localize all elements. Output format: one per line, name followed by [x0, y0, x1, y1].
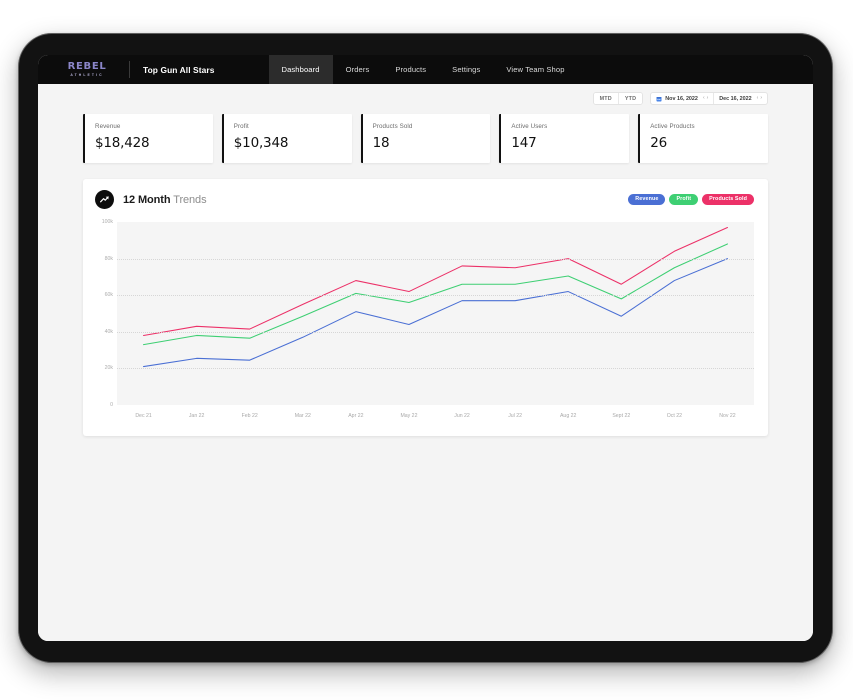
end-date-value: Dec 16, 2022 — [719, 95, 752, 102]
kpi-label: Active Users — [511, 123, 548, 130]
chart-legend: Revenue Profit Products Sold — [628, 193, 754, 206]
end-date-picker[interactable]: Dec 16, 2022 ‹ › — [713, 93, 767, 104]
nav-item-products[interactable]: Products — [382, 55, 439, 84]
x-axis-tick: Nov 22 — [719, 413, 736, 419]
legend-pill-revenue[interactable]: Revenue — [628, 193, 666, 206]
gridline — [117, 331, 754, 333]
x-axis-tick: Dec 21 — [135, 413, 152, 419]
x-axis-tick: Aug 22 — [559, 413, 577, 419]
nav-item-dashboard[interactable]: Dashboard — [268, 55, 333, 84]
x-axis-tick: Apr 22 — [348, 413, 364, 419]
start-date-prev[interactable]: ‹ — [703, 96, 705, 101]
legend-pill-products-sold[interactable]: Products Sold — [702, 193, 754, 206]
x-axis-tick: Jul 22 — [508, 413, 523, 419]
y-axis-tick: 80k — [104, 255, 113, 262]
chart-title-light: Trends — [173, 193, 207, 206]
tablet-frame: REBEL ATHLETIC Top Gun All Stars Dashboa… — [18, 33, 833, 663]
kpi-card-revenue[interactable]: Revenue $18,428 — [83, 114, 213, 163]
line-series-revenue — [144, 259, 728, 367]
kpi-card-products-sold[interactable]: Products Sold 18 — [360, 114, 491, 163]
mtd-button[interactable]: MTD — [593, 93, 618, 104]
y-axis-tick: 60k — [104, 292, 113, 299]
kpi-card-active-products[interactable]: Active Products 26 — [638, 114, 768, 163]
kpi-card-active-users[interactable]: Active Users 147 — [499, 114, 630, 163]
plot-wrapper: 0 20k 40k 60k 80k 100k Dec 21 Jan 22 Feb 22 Mar … — [83, 218, 754, 436]
top-navigation-bar: REBEL ATHLETIC Top Gun All Stars Dashboa… — [38, 55, 813, 84]
team-name-label: Top Gun All Stars — [143, 64, 215, 75]
logo-subtext: ATHLETIC — [70, 72, 104, 77]
start-date-picker[interactable]: Nov 16, 2022 ‹ › — [651, 93, 713, 104]
line-series-svg — [117, 222, 754, 405]
x-axis-tick: Mar 22 — [294, 413, 311, 419]
ytd-button[interactable]: YTD — [617, 93, 643, 104]
kpi-label: Active Products — [650, 123, 695, 130]
legend-pill-profit[interactable]: Profit — [669, 193, 699, 206]
gridline — [117, 368, 754, 370]
rebel-athletic-logo[interactable]: REBEL ATHLETIC — [56, 60, 118, 77]
nav-item-orders[interactable]: Orders — [333, 55, 383, 84]
y-axis-tick: 0 — [110, 402, 113, 408]
kpi-value: $10,348 — [233, 135, 289, 151]
header-divider — [129, 61, 130, 78]
nav-item-settings[interactable]: Settings — [439, 55, 493, 84]
kpi-label: Profit — [233, 123, 249, 130]
end-date-steppers: ‹ › — [757, 96, 762, 101]
chart-body: 0 20k 40k 60k 80k 100k Dec 21 Jan 22 Feb 22 Mar … — [83, 218, 768, 436]
kpi-card-profit[interactable]: Profit $10,348 — [221, 114, 352, 163]
start-date-next[interactable]: › — [707, 96, 709, 101]
kpi-label: Products Sold — [372, 123, 413, 130]
y-axis-tick: 40k — [104, 328, 113, 335]
end-date-next[interactable]: › — [760, 96, 762, 101]
kpi-value: 147 — [511, 135, 537, 151]
calendar-icon — [656, 96, 662, 101]
date-range-controls: MTD YTD Nov 16, 2022 ‹ › Dec 16, 2022 ‹ … — [83, 84, 768, 105]
nav-item-view-team-shop[interactable]: View Team Shop — [493, 55, 577, 84]
x-axis-tick: Jun 22 — [454, 413, 470, 419]
kpi-value: $18,428 — [95, 135, 150, 151]
end-date-prev[interactable]: ‹ — [757, 96, 759, 101]
kpi-value: 18 — [372, 135, 390, 151]
start-date-steppers: ‹ › — [703, 96, 708, 101]
trends-chart-card: 12 Month Trends Revenue Profit Products … — [83, 179, 768, 436]
line-series-products-sold — [144, 227, 728, 335]
x-axis: Dec 21 Jan 22 Feb 22 Mar 22 Apr 22 May 22 Jun … — [117, 413, 754, 425]
kpi-card-row: Revenue $18,428 Profit $10,348 Products … — [83, 114, 768, 163]
gridline — [117, 295, 754, 297]
x-axis-tick: Feb 22 — [241, 413, 258, 419]
chart-title: 12 Month Trends — [123, 193, 207, 206]
chart-header: 12 Month Trends Revenue Profit Products … — [83, 179, 768, 218]
kpi-label: Revenue — [95, 123, 121, 130]
x-axis-tick: Sept 22 — [612, 413, 631, 419]
y-axis-tick: 100k — [101, 219, 113, 225]
x-axis-tick: Oct 22 — [666, 413, 683, 419]
chart-title-bold: 12 Month — [123, 193, 171, 206]
x-axis-tick: Jan 22 — [188, 413, 205, 419]
dashboard-content: MTD YTD Nov 16, 2022 ‹ › Dec 16, 2022 ‹ … — [38, 84, 813, 641]
kpi-value: 26 — [650, 135, 667, 151]
main-nav: Dashboard Orders Products Settings View … — [268, 55, 578, 84]
logo-wordmark: REBEL — [67, 60, 107, 72]
plot-area — [117, 222, 754, 405]
start-date-value: Nov 16, 2022 — [665, 95, 698, 102]
period-segmented-control: MTD YTD — [592, 92, 644, 105]
date-pickers: Nov 16, 2022 ‹ › Dec 16, 2022 ‹ › — [650, 92, 768, 105]
trending-up-icon — [95, 190, 114, 209]
y-axis: 0 20k 40k 60k 80k 100k — [83, 219, 117, 408]
tablet-screen: REBEL ATHLETIC Top Gun All Stars Dashboa… — [38, 55, 813, 641]
gridline — [117, 258, 754, 260]
x-axis-tick: May 22 — [400, 413, 418, 419]
trending-up-glyph — [100, 196, 109, 203]
y-axis-tick: 20k — [104, 365, 113, 372]
